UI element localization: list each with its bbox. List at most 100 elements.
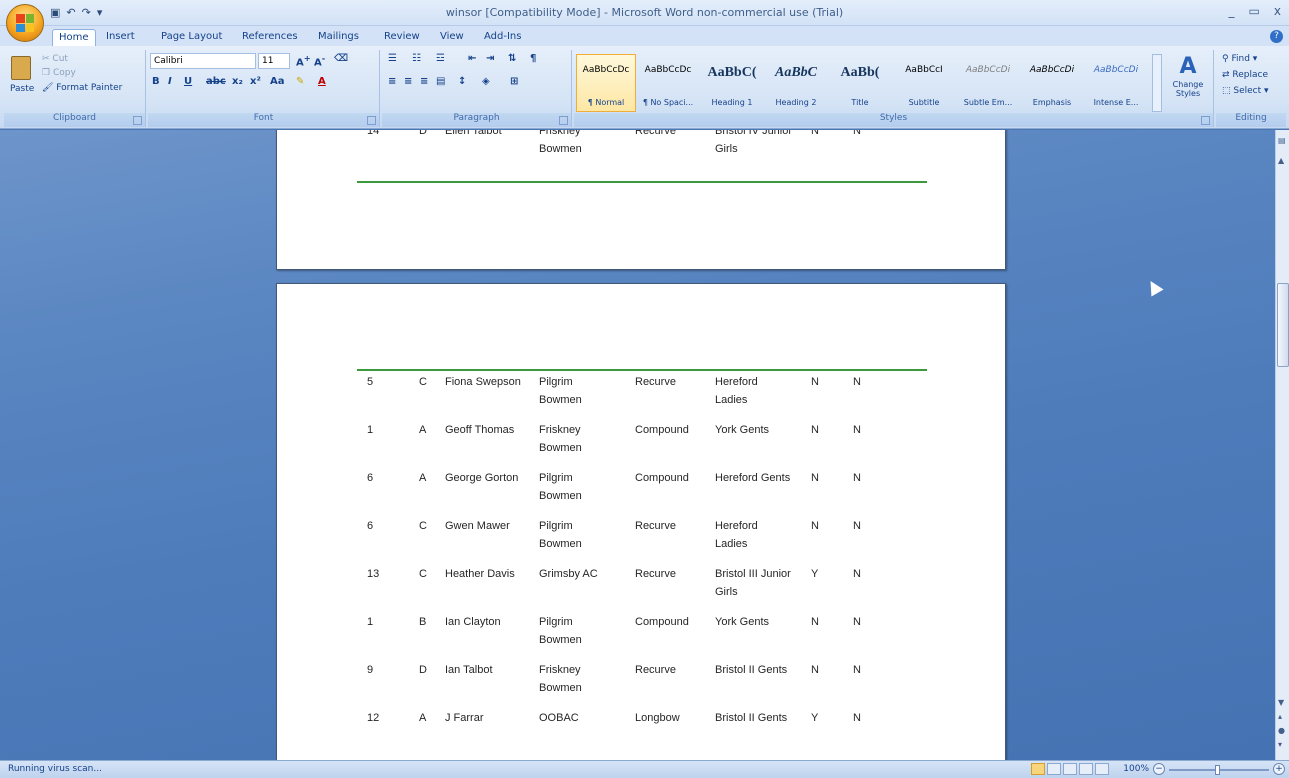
font-size-select[interactable]: 11: [258, 53, 290, 69]
status-text: Running virus scan...: [8, 764, 102, 774]
clipboard-launcher-icon[interactable]: [133, 116, 142, 125]
zoom-in-icon[interactable]: +: [1273, 763, 1285, 775]
tab-mailings[interactable]: Mailings: [312, 29, 365, 44]
italic-icon[interactable]: I: [168, 76, 172, 92]
clear-formatting-icon[interactable]: ⌫: [334, 53, 348, 69]
tab-insert[interactable]: Insert: [100, 29, 141, 44]
ruler-toggle-icon[interactable]: ▤: [1278, 136, 1286, 145]
multilevel-list-icon[interactable]: ☲: [436, 53, 445, 69]
zoom-slider-knob[interactable]: [1215, 765, 1220, 775]
change-case-icon[interactable]: Aa: [270, 76, 285, 92]
row-round-line2: Ladies: [715, 394, 748, 406]
shading-icon[interactable]: ◈: [482, 76, 490, 92]
bullets-icon[interactable]: ☰: [388, 53, 397, 69]
select-button[interactable]: ⬚ Select ▾: [1222, 86, 1269, 96]
styles-launcher-icon[interactable]: [1201, 116, 1210, 125]
style-intense-emphasis[interactable]: AaBbCcDi Intense E...: [1086, 54, 1146, 112]
row-num: 12: [367, 712, 380, 724]
font-family-select[interactable]: Calibri: [150, 53, 256, 69]
help-icon[interactable]: ?: [1270, 30, 1283, 43]
format-painter-button[interactable]: 🖌 Format Painter: [42, 83, 122, 93]
paste-button[interactable]: Paste: [8, 54, 34, 110]
next-page-icon[interactable]: ▾: [1278, 740, 1282, 749]
tab-references[interactable]: References: [236, 29, 304, 44]
highlight-icon[interactable]: ✎: [296, 76, 304, 92]
style-title[interactable]: AaBb( Title: [830, 54, 890, 112]
cut-button[interactable]: ✂ Cut: [42, 54, 68, 64]
grow-font-icon[interactable]: A+: [296, 53, 311, 69]
close-button[interactable]: x: [1274, 4, 1281, 18]
vertical-scrollbar[interactable]: ▤ ▲ ▼ ▴ ● ▾: [1275, 130, 1289, 760]
previous-page-icon[interactable]: ▴: [1278, 712, 1282, 721]
restore-button[interactable]: ▭: [1249, 4, 1260, 18]
scroll-up-icon[interactable]: ▲: [1278, 156, 1284, 165]
row-round: Bristol II Gents: [715, 712, 788, 724]
sort-icon[interactable]: ⇅: [508, 53, 516, 69]
paragraph-launcher-icon[interactable]: [559, 116, 568, 125]
numbering-icon[interactable]: ☷: [412, 53, 421, 69]
tab-page-layout[interactable]: Page Layout: [155, 29, 228, 44]
draft-view-icon[interactable]: [1095, 763, 1109, 775]
shrink-font-icon[interactable]: A-: [314, 53, 325, 69]
row-round: Bristol II Gents: [715, 664, 788, 676]
row-flag-1: N: [811, 472, 819, 484]
underline-icon[interactable]: U: [184, 76, 192, 92]
page-2[interactable]: 5 C Fiona Swepson Pilgrim Bowmen Recurve Heref…: [276, 283, 1006, 760]
find-button[interactable]: ⚲ Find ▾: [1222, 54, 1257, 64]
document-area[interactable]: 14 D Ellen Talbot Friskney Bowmen Recurv…: [0, 130, 1275, 760]
replace-button[interactable]: ⇄ Replace: [1222, 70, 1268, 80]
style-subtitle[interactable]: AaBbCcI Subtitle: [894, 54, 954, 112]
styles-scroll-icon[interactable]: [1152, 54, 1162, 112]
justify-icon[interactable]: ▤: [436, 76, 445, 92]
select-browse-object-icon[interactable]: ●: [1278, 726, 1285, 735]
style-emphasis[interactable]: AaBbCcDi Emphasis: [1022, 54, 1082, 112]
outline-view-icon[interactable]: [1079, 763, 1093, 775]
increase-indent-icon[interactable]: ⇥: [486, 53, 494, 69]
row-class: C: [419, 376, 427, 388]
style-heading-2[interactable]: AaBbC Heading 2: [766, 54, 826, 112]
zoom-out-icon[interactable]: −: [1153, 763, 1165, 775]
p1-round2: Girls: [715, 143, 738, 155]
paragraph-group: ☰ ☷ ☲ ⇤ ⇥ ⇅ ¶ ≡ ≡ ≡ ▤ ↕ ◈ ⊞ Paragraph: [382, 50, 572, 127]
scroll-down-icon[interactable]: ▼: [1278, 698, 1284, 707]
tab-view[interactable]: View: [434, 29, 470, 44]
align-right-icon[interactable]: ≡: [420, 76, 428, 92]
row-class: A: [419, 712, 427, 724]
font-group: Calibri 11 A+ A- ⌫ B I U abc x₂ x² Aa ✎ …: [148, 50, 380, 127]
row-name: Ian Clayton: [445, 616, 501, 628]
decrease-indent-icon[interactable]: ⇤: [468, 53, 476, 69]
strikethrough-icon[interactable]: abc: [206, 76, 226, 92]
subscript-icon[interactable]: x₂: [232, 76, 243, 92]
row-num: 6: [367, 520, 374, 532]
office-button[interactable]: [6, 4, 44, 42]
minimize-button[interactable]: _: [1229, 4, 1235, 18]
tab-add-ins[interactable]: Add-Ins: [478, 29, 527, 44]
table-top-rule: [357, 369, 927, 371]
borders-icon[interactable]: ⊞: [510, 76, 518, 92]
paste-label: Paste: [10, 84, 35, 94]
line-spacing-icon[interactable]: ↕: [458, 76, 466, 92]
zoom-slider[interactable]: [1169, 765, 1269, 775]
page-1[interactable]: 14 D Ellen Talbot Friskney Bowmen Recurv…: [276, 130, 1006, 270]
full-screen-reading-icon[interactable]: [1047, 763, 1061, 775]
font-launcher-icon[interactable]: [367, 116, 376, 125]
copy-button[interactable]: ❐ Copy: [42, 68, 76, 78]
zoom-level[interactable]: 100%: [1123, 764, 1149, 774]
p1-name: Ellen Talbot: [445, 130, 502, 137]
print-layout-view-icon[interactable]: [1031, 763, 1045, 775]
font-color-icon[interactable]: A: [318, 76, 326, 92]
tab-home[interactable]: Home: [52, 29, 96, 47]
style-no-spacing[interactable]: AaBbCcDc ¶ No Spaci...: [638, 54, 698, 112]
web-layout-icon[interactable]: [1063, 763, 1077, 775]
align-left-icon[interactable]: ≡: [388, 76, 396, 92]
style-subtle-emphasis[interactable]: AaBbCcDi Subtle Em...: [958, 54, 1018, 112]
scroll-thumb[interactable]: [1277, 283, 1289, 367]
bold-icon[interactable]: B: [152, 76, 160, 92]
style-normal[interactable]: AaBbCcDc ¶ Normal: [576, 54, 636, 112]
style-heading-1[interactable]: AaBbC( Heading 1: [702, 54, 762, 112]
align-center-icon[interactable]: ≡: [404, 76, 412, 92]
change-styles-button[interactable]: A Change Styles: [1168, 54, 1208, 112]
tab-review[interactable]: Review: [378, 29, 426, 44]
show-hide-icon[interactable]: ¶: [530, 53, 536, 69]
superscript-icon[interactable]: x²: [250, 76, 261, 92]
